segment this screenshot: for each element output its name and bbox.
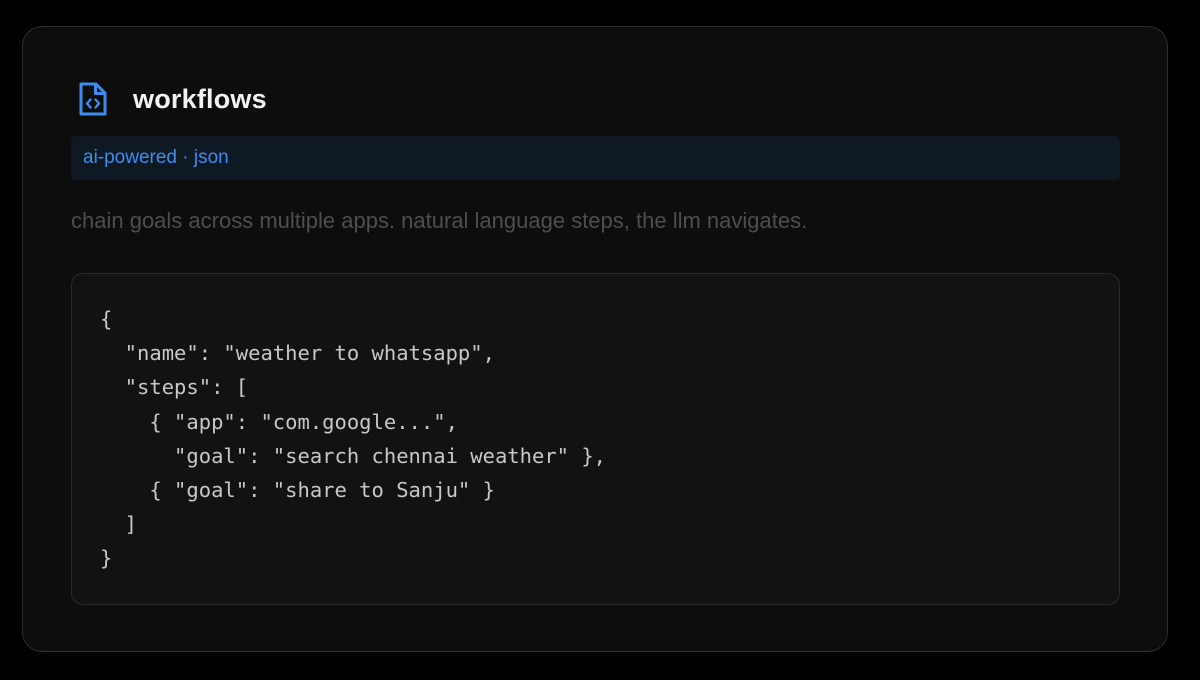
workflow-card: workflows ai-powered · json chain goals … bbox=[22, 26, 1168, 652]
card-title: workflows bbox=[133, 83, 267, 114]
code-line: ] bbox=[100, 512, 138, 537]
tag-badge: ai-powered · json bbox=[71, 136, 1120, 180]
code-block: { "name": "weather to whatsapp", "steps"… bbox=[71, 273, 1120, 605]
code-line: { bbox=[100, 307, 113, 331]
code-file-icon bbox=[79, 82, 107, 116]
code-line: { "app": "com.google...", bbox=[100, 409, 458, 434]
tag-text: ai-powered · json bbox=[83, 147, 229, 168]
code-line: "name": "weather to whatsapp", bbox=[100, 341, 495, 366]
code-line: "steps": [ bbox=[100, 375, 249, 400]
card-description: chain goals across multiple apps. natura… bbox=[71, 208, 808, 233]
card-header: workflows bbox=[77, 79, 267, 119]
code-line: "goal": "search chennai weather" }, bbox=[100, 443, 607, 468]
code-line: } bbox=[100, 546, 113, 571]
code-line: { "goal": "share to Sanju" } bbox=[100, 477, 495, 502]
